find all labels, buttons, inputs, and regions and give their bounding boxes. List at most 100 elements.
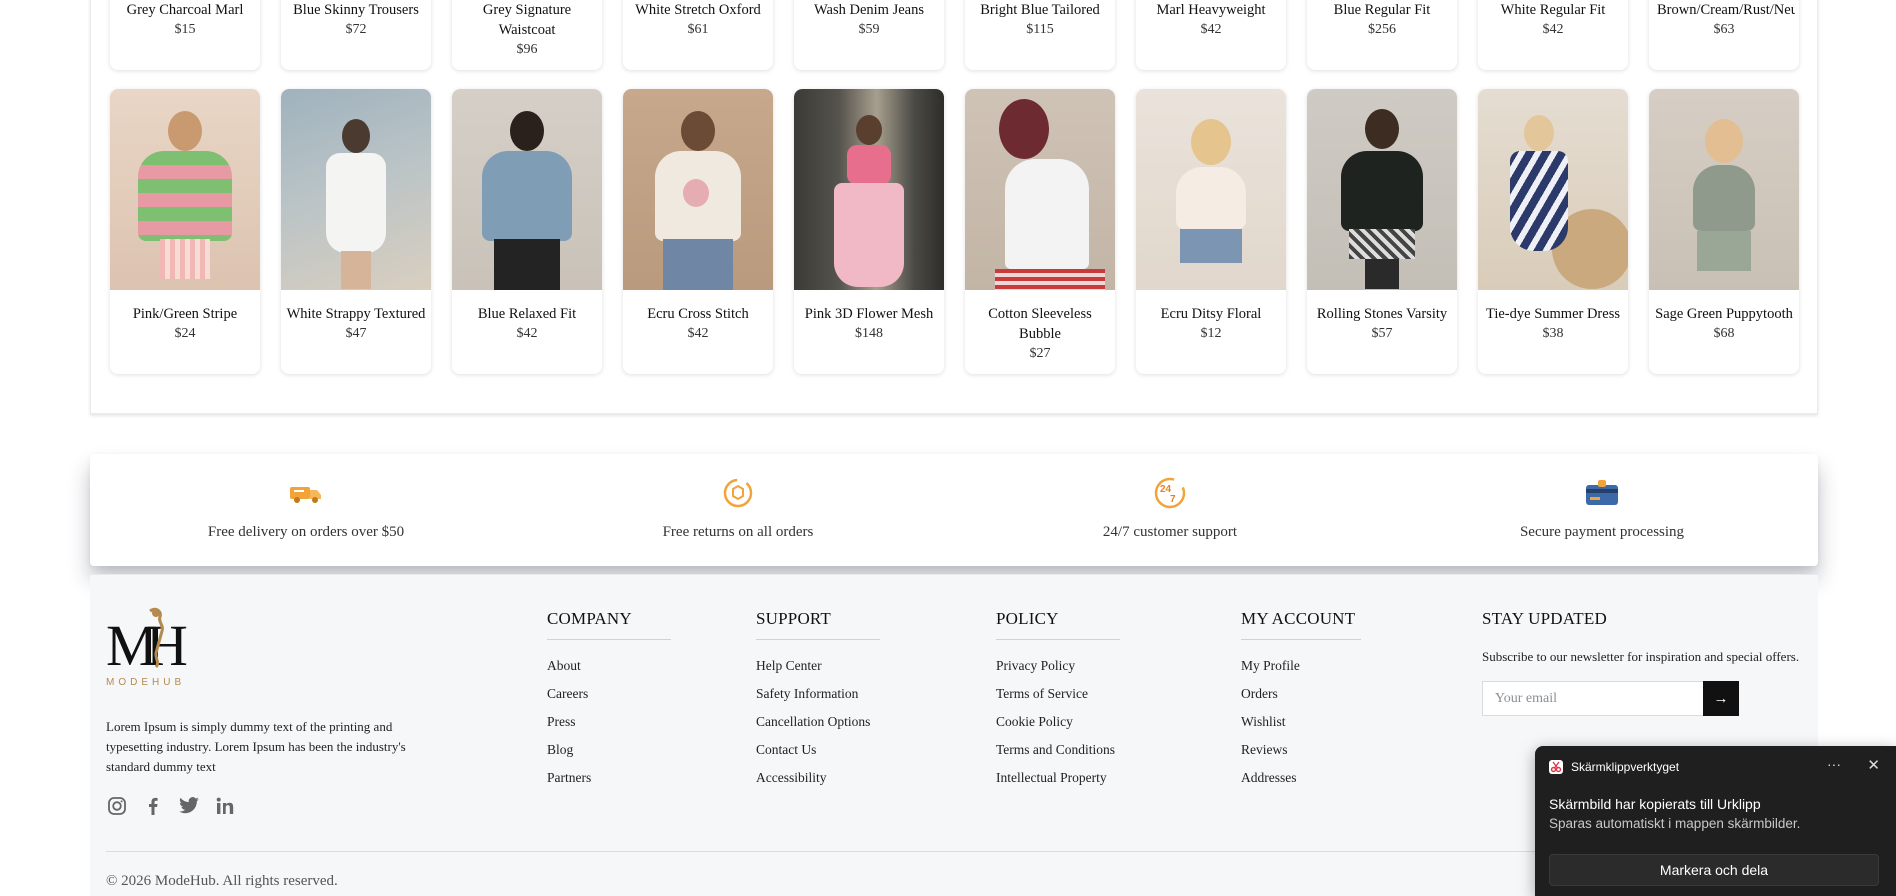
product-card[interactable]: Tie-dye Summer Dress $38	[1478, 89, 1628, 374]
product-card[interactable]: Blue Relaxed Fit $42	[452, 89, 602, 374]
product-card[interactable]: Ecru Ditsy Floral $12	[1136, 89, 1286, 374]
product-card[interactable]: Pink 3D Flower Mesh $148	[794, 89, 944, 374]
newsletter-text: Subscribe to our newsletter for inspirat…	[1482, 649, 1800, 664]
product-card[interactable]: Rolling Stones Varsity $57	[1307, 89, 1457, 374]
footer-link[interactable]: About	[547, 652, 671, 680]
product-image[interactable]	[1307, 89, 1457, 290]
product-name: Ecru Cross Stitch	[647, 306, 749, 322]
product-name: Sage Green Puppytooth	[1655, 306, 1793, 322]
heading-underline	[1241, 639, 1361, 640]
product-image[interactable]	[623, 89, 773, 290]
footer-link[interactable]: Addresses	[1241, 764, 1361, 792]
footer-col-policy: POLICY Privacy Policy Terms of Service C…	[996, 609, 1120, 792]
feature-payment: Secure payment processing	[1386, 454, 1818, 566]
product-image[interactable]	[281, 89, 431, 290]
product-name: Blue Skinny Trousers	[293, 2, 419, 18]
footer-link[interactable]: Careers	[547, 680, 671, 708]
logo-wordmark: MODEHUB	[106, 677, 186, 688]
instagram-icon[interactable]	[106, 795, 128, 817]
product-image[interactable]	[1649, 89, 1799, 290]
product-card[interactable]: Cotton Sleeveless Bubble $27	[965, 89, 1115, 374]
social-links	[106, 795, 236, 817]
newsletter-email-input[interactable]	[1482, 681, 1703, 716]
product-price: $63	[1713, 22, 1735, 37]
footer-link[interactable]: My Profile	[1241, 652, 1361, 680]
footer-link[interactable]: Intellectual Property	[996, 764, 1120, 792]
snipping-tool-notification[interactable]: Skärmklippverktyget ··· ✕ Skärmbild har …	[1535, 746, 1896, 896]
notification-app-name: Skärmklippverktyget	[1571, 760, 1680, 774]
product-card[interactable]: Grey Signature Waistcoat $96	[452, 0, 602, 70]
product-image[interactable]	[110, 89, 260, 290]
product-image[interactable]	[1136, 89, 1286, 290]
product-price: $27	[1029, 346, 1051, 361]
product-price: $72	[345, 22, 367, 37]
footer-heading: POLICY	[996, 609, 1059, 628]
footer-col-account: MY ACCOUNT My Profile Orders Wishlist Re…	[1241, 609, 1361, 792]
product-name: Ecru Ditsy Floral	[1160, 306, 1262, 322]
footer-link[interactable]: Terms and Conditions	[996, 736, 1120, 764]
product-card[interactable]: Grey Charcoal Marl $15	[110, 0, 260, 70]
product-price: $42	[687, 326, 709, 341]
svg-text:7: 7	[1170, 494, 1176, 505]
copyright-text: © 2026 ModeHub. All rights reserved.	[106, 873, 338, 889]
product-name: Blue Regular Fit	[1333, 2, 1431, 18]
facebook-icon[interactable]	[142, 795, 164, 817]
footer-link[interactable]: Press	[547, 708, 671, 736]
footer-link[interactable]: Cookie Policy	[996, 708, 1120, 736]
snipping-tool-icon	[1549, 760, 1563, 774]
footer-col-support: SUPPORT Help Center Safety Information C…	[756, 609, 880, 792]
footer-link[interactable]: Privacy Policy	[996, 652, 1120, 680]
footer-link[interactable]: Terms of Service	[996, 680, 1120, 708]
product-image[interactable]	[452, 89, 602, 290]
footer-link[interactable]: Blog	[547, 736, 671, 764]
footer-link[interactable]: Partners	[547, 764, 671, 792]
footer-link[interactable]: Help Center	[756, 652, 880, 680]
product-card[interactable]: Bright Blue Tailored $115	[965, 0, 1115, 70]
product-card[interactable]: Wash Denim Jeans $59	[794, 0, 944, 70]
newsletter-submit-button[interactable]: →	[1703, 681, 1739, 716]
product-image[interactable]	[794, 89, 944, 290]
feature-support: 24 7 24/7 customer support	[954, 454, 1386, 566]
delivery-truck-icon	[286, 476, 326, 510]
product-name: Pink/Green Stripe	[132, 306, 238, 322]
product-name: White Stretch Oxford	[635, 2, 761, 18]
footer-link[interactable]: Accessibility	[756, 764, 880, 792]
notification-header: Skärmklippverktyget	[1549, 760, 1679, 774]
product-card[interactable]: Sage Green Puppytooth $68	[1649, 89, 1799, 374]
product-card[interactable]: White Stretch Oxford $61	[623, 0, 773, 70]
mark-and-share-button[interactable]: Markera och dela	[1549, 854, 1879, 886]
product-card[interactable]: Pink/Green Stripe $24	[110, 89, 260, 374]
product-price: $12	[1200, 326, 1222, 341]
product-image[interactable]	[1478, 89, 1628, 290]
footer-link[interactable]: Contact Us	[756, 736, 880, 764]
footer-link[interactable]: Orders	[1241, 680, 1361, 708]
twitter-icon[interactable]	[178, 795, 200, 817]
product-image[interactable]	[965, 89, 1115, 290]
product-name: Blue Relaxed Fit	[477, 306, 577, 322]
product-card[interactable]: Ecru Cross Stitch $42	[623, 89, 773, 374]
footer-link[interactable]: Cancellation Options	[756, 708, 880, 736]
footer-heading: MY ACCOUNT	[1241, 609, 1356, 628]
footer-heading: COMPANY	[547, 609, 632, 628]
linkedin-icon[interactable]	[214, 795, 236, 817]
feature-text: Free delivery on orders over $50	[207, 524, 405, 540]
product-row-top: Grey Charcoal Marl $15 Blue Skinny Trouse…	[110, 0, 1799, 70]
product-name: Tie-dye Summer Dress	[1486, 306, 1620, 322]
footer-link[interactable]: Reviews	[1241, 736, 1361, 764]
product-price: $256	[1368, 22, 1396, 37]
product-card[interactable]: Blue Skinny Trousers $72	[281, 0, 431, 70]
footer-link[interactable]: Safety Information	[756, 680, 880, 708]
product-card[interactable]: Marl Heavyweight $42	[1136, 0, 1286, 70]
product-name: White Regular Fit	[1500, 2, 1606, 18]
product-card[interactable]: White Regular Fit $42	[1478, 0, 1628, 70]
footer-link[interactable]: Wishlist	[1241, 708, 1361, 736]
product-card[interactable]: Blue Regular Fit $256	[1307, 0, 1457, 70]
returns-box-icon	[718, 476, 758, 510]
product-card[interactable]: White Strappy Textured $47	[281, 89, 431, 374]
close-icon[interactable]: ✕	[1867, 756, 1880, 774]
feature-delivery: Free delivery on orders over $50	[90, 454, 522, 566]
more-options-icon[interactable]: ···	[1827, 756, 1841, 772]
product-price: $47	[345, 326, 367, 341]
product-card[interactable]: Brown/Cream/Rust/Neutra $63	[1649, 0, 1799, 70]
heading-underline	[756, 639, 880, 640]
